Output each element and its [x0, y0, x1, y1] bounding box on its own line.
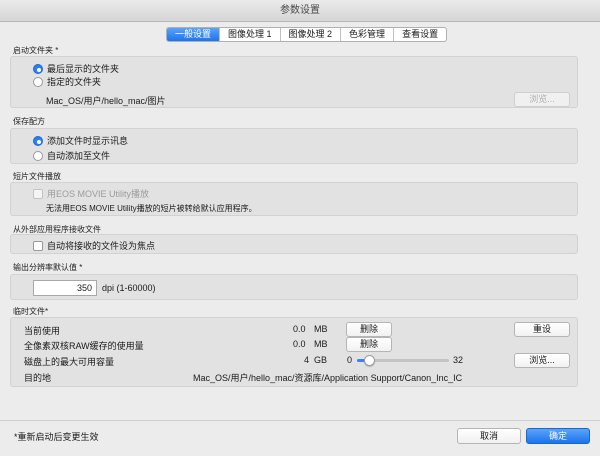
destination-label: 目的地: [24, 373, 52, 383]
ok-button[interactable]: 确定: [526, 428, 590, 444]
checkbox-eos-movie-utility[interactable]: 用EOS MOVIE Utility播放: [33, 187, 149, 200]
restart-note: *重新启动后变更生效: [14, 432, 99, 442]
current-usage-unit: MB: [314, 324, 328, 334]
save-rating-title: 保存配方: [13, 117, 45, 126]
checkbox-label: 用EOS MOVIE Utility播放: [47, 189, 150, 199]
startup-folder-path: Mac_OS/用户/hello_mac/图片: [46, 96, 166, 106]
radio-button-selected[interactable]: [33, 135, 43, 146]
tab-image-processing-2[interactable]: 图像处理 2: [281, 28, 342, 41]
tab-image-processing-1[interactable]: 图像处理 1: [220, 28, 281, 41]
delete-current-button[interactable]: 删除: [346, 322, 392, 337]
current-usage-value: 0.0: [293, 324, 306, 334]
capacity-slider-knob[interactable]: [364, 355, 375, 366]
reset-button[interactable]: 重设: [514, 322, 570, 337]
temp-files-panel: 当前使用 0.0 MB 删除 重设 全像素双核RAW缓存的使用量 0.0 MB …: [10, 317, 578, 387]
output-resolution-title: 输出分辨率默认值 *: [13, 263, 83, 272]
radio-auto-add[interactable]: 自动添加至文件: [33, 149, 110, 162]
temp-browse-button[interactable]: 浏览...: [514, 353, 570, 368]
radio-button[interactable]: [33, 76, 43, 87]
delete-dual-pixel-button[interactable]: 删除: [346, 337, 392, 352]
slider-max-label: 32: [453, 355, 464, 365]
dual-pixel-raw-unit: MB: [314, 339, 328, 349]
dual-pixel-raw-label: 全像素双核RAW缓存的使用量: [24, 341, 144, 351]
radio-label: 最后显示的文件夹: [47, 64, 120, 74]
save-rating-panel: 添加文件时显示讯息 自动添加至文件: [10, 128, 578, 164]
current-usage-label: 当前使用: [24, 326, 61, 336]
resolution-input[interactable]: 350: [33, 280, 97, 296]
startup-folder-title: 启动文件夹 *: [13, 46, 59, 55]
short-movie-note: 无法用EOS MOVIE Utility播放的短片被转给默认应用程序。: [46, 204, 257, 213]
radio-button[interactable]: [33, 150, 43, 161]
preferences-window: 一般设置 图像处理 1 图像处理 2 色彩管理 查看设置 启动文件夹 * 最后显…: [0, 22, 600, 456]
tab-bar: 一般设置 图像处理 1 图像处理 2 色彩管理 查看设置: [166, 27, 448, 42]
max-capacity-value: 4: [304, 355, 310, 365]
cancel-button[interactable]: 取消: [457, 428, 521, 444]
max-capacity-unit: GB: [314, 355, 328, 365]
radio-label: 指定的文件夹: [47, 77, 102, 87]
resolution-unit: dpi (1-60000): [102, 283, 156, 293]
checkbox-auto-focus[interactable]: 自动将接收的文件设为焦点: [33, 239, 155, 252]
radio-specified-folder[interactable]: 指定的文件夹: [33, 75, 101, 88]
startup-folder-panel: 最后显示的文件夹 指定的文件夹 Mac_OS/用户/hello_mac/图片 浏…: [10, 56, 578, 108]
radio-show-message[interactable]: 添加文件时显示讯息: [33, 134, 128, 147]
radio-label: 自动添加至文件: [47, 151, 111, 161]
radio-last-folder[interactable]: 最后显示的文件夹: [33, 62, 119, 75]
max-capacity-label: 磁盘上的最大可用容量: [24, 357, 115, 367]
radio-label: 添加文件时显示讯息: [47, 136, 129, 146]
output-resolution-panel: 350 dpi (1-60000): [10, 274, 578, 300]
window-title: 参数设置: [0, 0, 600, 22]
short-movie-panel: 用EOS MOVIE Utility播放 无法用EOS MOVIE Utilit…: [10, 182, 578, 216]
radio-button-selected[interactable]: [33, 63, 43, 74]
dual-pixel-raw-value: 0.0: [293, 339, 306, 349]
destination-path: Mac_OS/用户/hello_mac/资源库/Application Supp…: [193, 373, 463, 383]
checkbox[interactable]: [33, 240, 43, 251]
startup-folder-browse-button[interactable]: 浏览...: [514, 92, 570, 107]
footer-divider: [0, 420, 600, 421]
checkbox[interactable]: [33, 188, 43, 199]
tab-general[interactable]: 一般设置: [167, 28, 221, 41]
checkbox-label: 自动将接收的文件设为焦点: [47, 241, 156, 251]
short-movie-title: 短片文件播放: [13, 172, 61, 181]
tab-color-management[interactable]: 色彩管理: [341, 28, 395, 41]
external-app-panel: 自动将接收的文件设为焦点: [10, 234, 578, 254]
temp-files-title: 临时文件*: [13, 307, 49, 316]
slider-min-label: 0: [347, 355, 353, 365]
tab-view-settings[interactable]: 查看设置: [394, 28, 446, 41]
capacity-slider-track[interactable]: [357, 355, 449, 366]
